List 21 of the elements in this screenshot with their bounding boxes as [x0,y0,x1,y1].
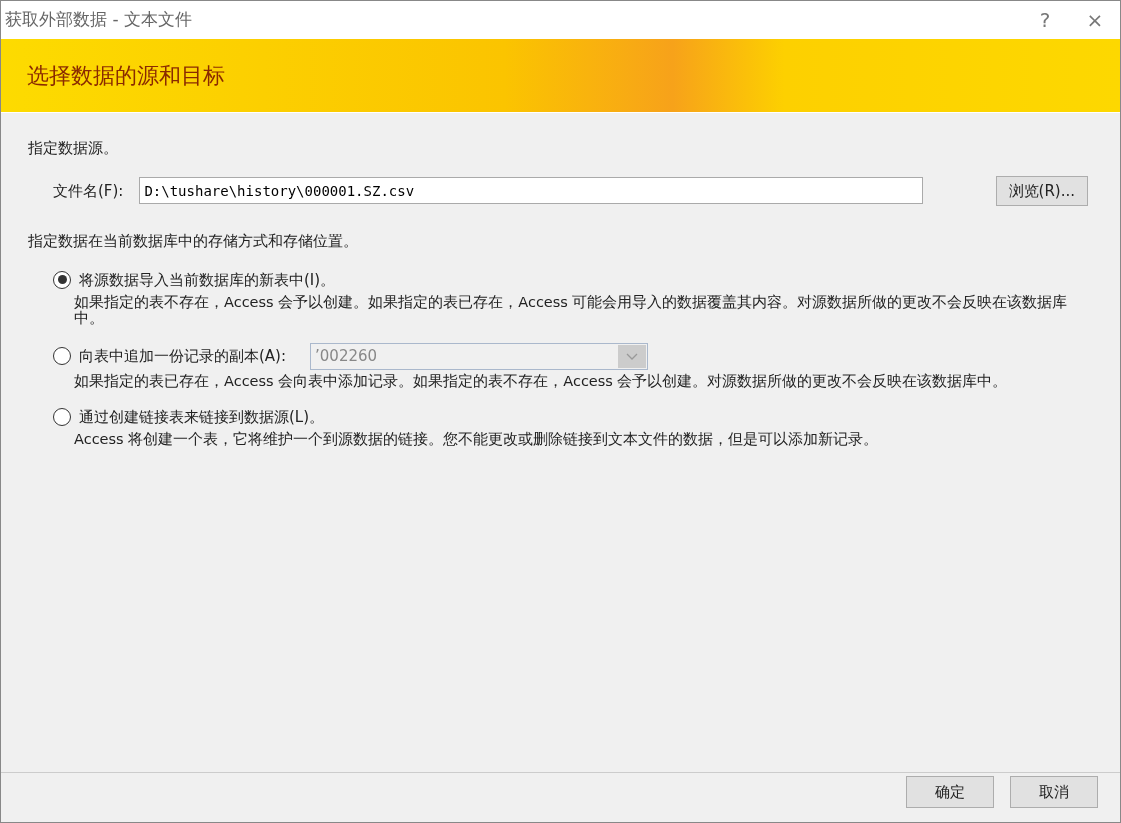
option-label[interactable]: 通过创建链接表来链接到数据源(L)。 [79,405,325,429]
dialog-button[interactable]: 取消 [1010,776,1098,808]
option-label[interactable]: 向表中追加一份记录的副本(A): [79,345,287,368]
radio-button[interactable] [53,270,71,289]
option-description: 如果指定的表已存在，Access 会向表中添加记录。如果指定的表不存在，Access 会予以创建。对源数据所做的更改不会反映在该数据库中。 [73,373,1009,390]
option-label[interactable]: 将源数据导入当前数据库的新表中(I)。 [79,268,336,291]
file-name-field[interactable]: D:\tushare\history\000001.SZ.csv [139,177,924,205]
dialog-button[interactable]: 确定 [906,776,994,808]
option-description: 如果指定的表不存在，Access 会予以创建。如果指定的表已存在，Access 可能会用导入的数据覆盖其内容。对源数据所做的更改不会反映在该数据库中。 [73,295,1069,327]
chevron-down-icon [626,352,639,360]
close-button[interactable]: × [1070,4,1120,36]
help-button[interactable]: ? [1020,4,1070,36]
radio-button[interactable] [53,347,71,366]
section-heading: 指定数据在当前数据库中的存储方式和存储位置。 [28,231,359,252]
window-title: 获取外部数据 - 文本文件 [4,8,193,32]
browse-button[interactable]: 浏览(R)... [995,175,1088,206]
option-description: Access 将创建一个表，它将维护一个到源数据的链接。您不能更改或删除链接到文本文件的数据，但是可以添加新记录。 [73,432,880,449]
banner-title: 选择数据的源和目标 [26,62,225,90]
section-heading: 指定数据源。 [28,138,119,159]
field-label: 文件名(F): [53,180,124,202]
radio-button[interactable] [53,408,71,427]
